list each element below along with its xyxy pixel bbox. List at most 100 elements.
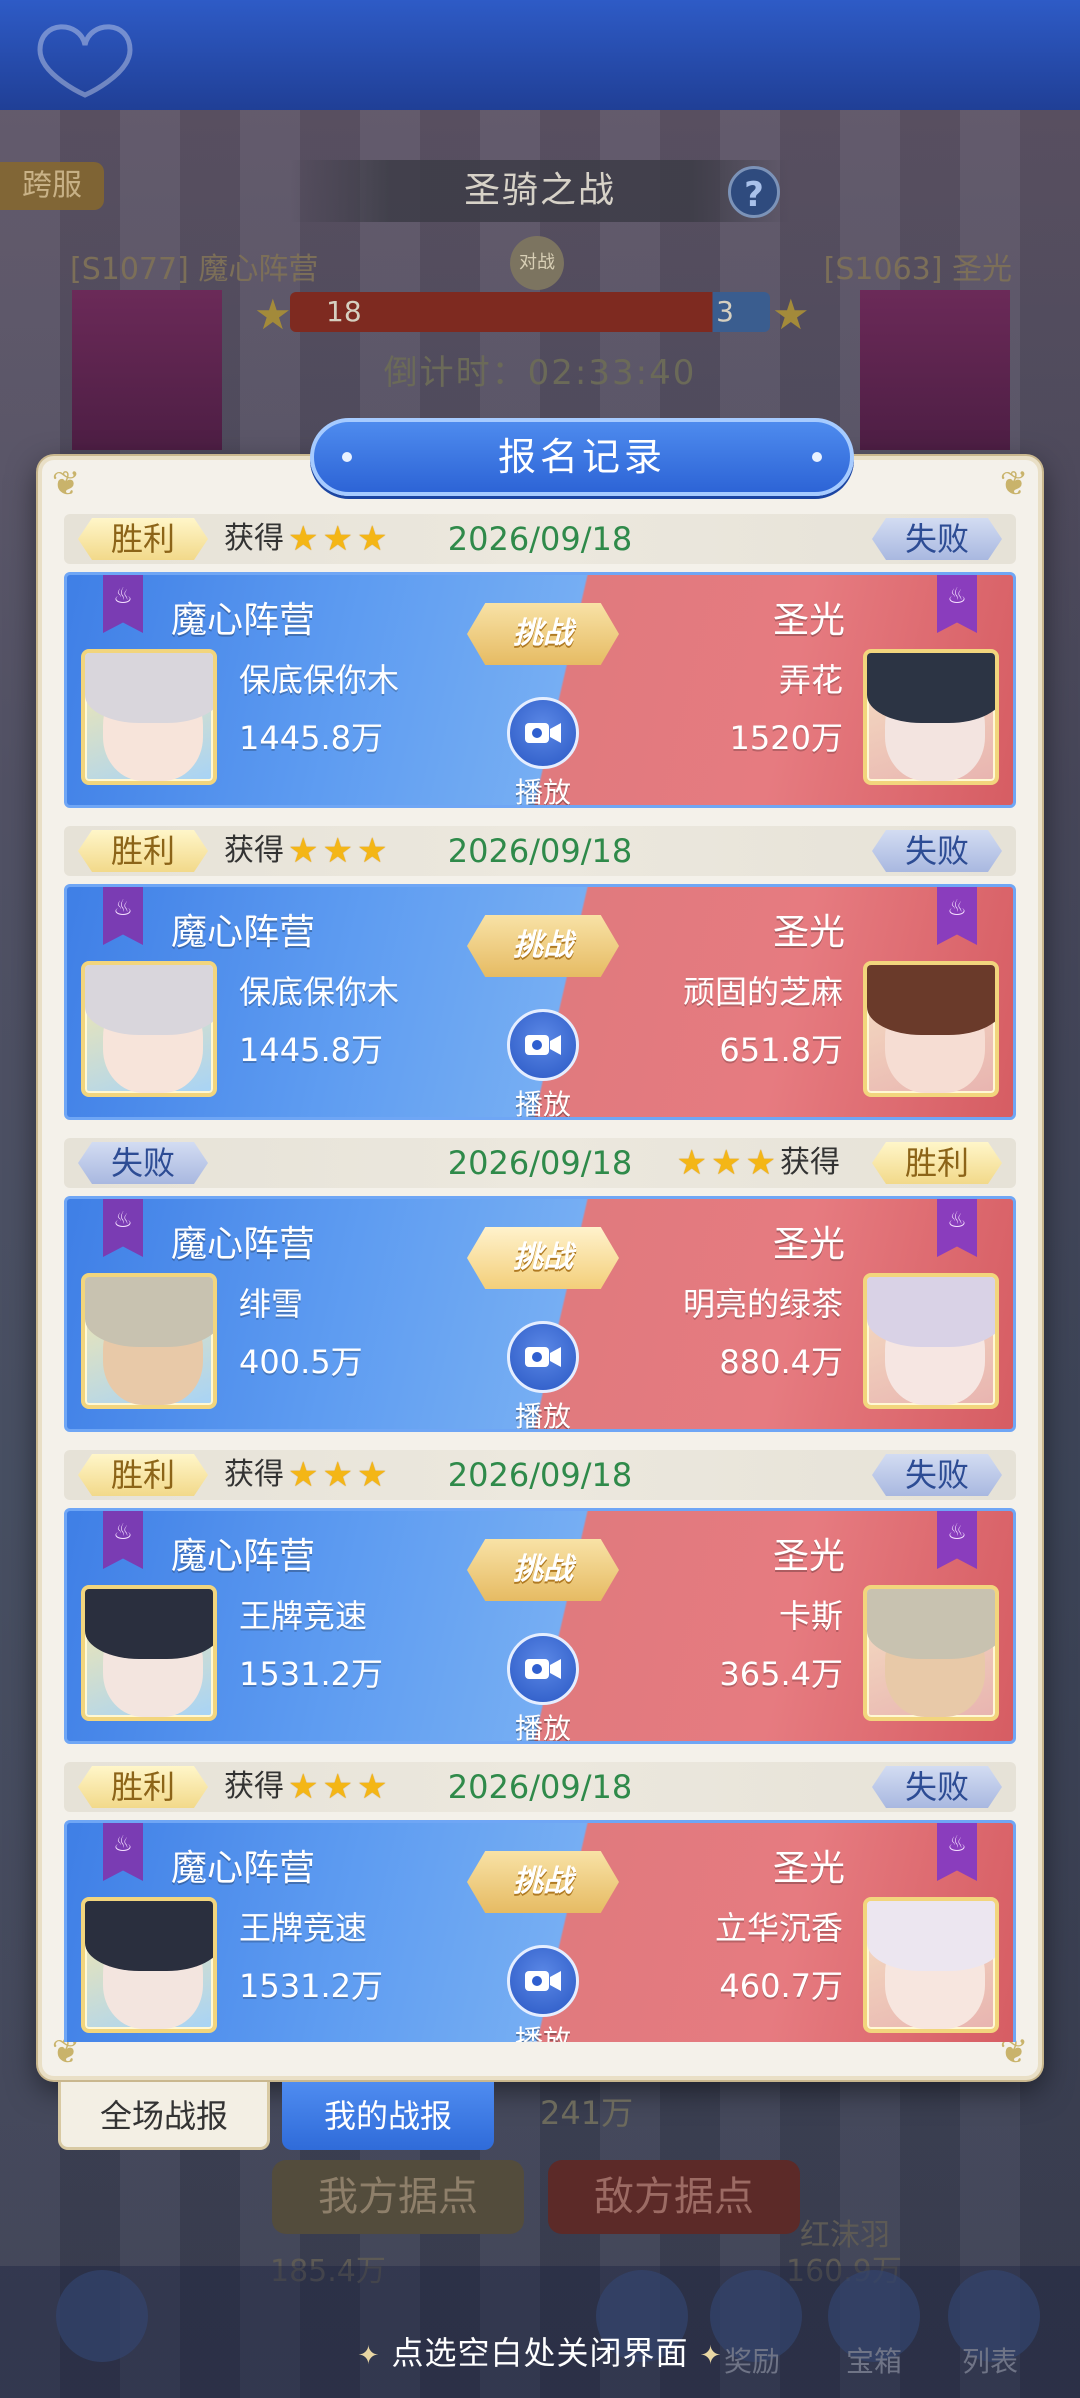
right-result-badge: 胜利 [872, 1142, 1002, 1184]
right-result-badge: 失败 [872, 1766, 1002, 1808]
star-icon: ★ [356, 831, 388, 871]
right-camp-name: 圣光 [772, 600, 845, 641]
score-star-icon: ★ [772, 290, 810, 339]
tab-my-reports[interactable]: 我的战报 [282, 2082, 494, 2150]
faction-flag-icon: ♨ [103, 1199, 143, 1257]
right-camp-name: 圣光 [772, 1224, 845, 1265]
record-item: 胜利 获得 ★ ★ ★ 2026/09/18 失败 ♨ 魔心阵营 ♨ 圣光 王牌竞速 … [64, 1762, 1016, 2042]
left-player-name: 王牌竞速 [239, 1909, 368, 1947]
play-label: 播放 [514, 1712, 571, 1744]
war-title: 圣骑之战 [290, 160, 790, 222]
faction-flag-icon: ♨ [937, 1823, 977, 1881]
star-icon: ★ [322, 831, 353, 871]
video-camera-icon [507, 697, 579, 769]
play-replay-button[interactable]: 播放 [505, 1633, 581, 1744]
star-icon: ★ [676, 1143, 708, 1183]
gain-reward: ★ ★ ★ 获得 [677, 1138, 840, 1188]
record-header: 胜利 获得 ★ ★ ★ 2026/09/18 失败 [64, 1450, 1016, 1500]
right-camp-name: 圣光 [772, 1848, 845, 1889]
left-player-avatar[interactable] [81, 961, 217, 1097]
faction-flag-icon: ♨ [937, 887, 977, 945]
cross-server-button[interactable]: 跨服 [0, 162, 104, 210]
left-faction-name: [S1077] 魔心阵营 [70, 252, 319, 287]
left-result-badge: 失败 [78, 1142, 208, 1184]
gain-label: 获得 [224, 1769, 284, 1804]
play-label: 播放 [514, 2024, 571, 2042]
play-replay-button[interactable]: 播放 [505, 1009, 581, 1120]
tab-all-reports[interactable]: 全场战报 [58, 2082, 270, 2150]
play-replay-button[interactable]: 播放 [505, 1945, 581, 2042]
title-dot-icon [342, 452, 352, 462]
record-header: 失败 ★ ★ ★ 获得 2026/09/18 胜利 [64, 1138, 1016, 1188]
left-player-avatar[interactable] [81, 1273, 217, 1409]
right-player-name: 立华沉香 [714, 1909, 843, 1947]
gain-label: 获得 [224, 521, 284, 556]
record-header: 胜利 获得 ★ ★ ★ 2026/09/18 失败 [64, 514, 1016, 564]
faction-flag-icon: ♨ [103, 1823, 143, 1881]
dim-amount: 241万 [540, 2094, 634, 2132]
right-player-name: 弄花 [778, 661, 843, 699]
enemy-base-button[interactable]: 敌方据点 [548, 2160, 800, 2234]
right-faction-banner [860, 290, 1010, 450]
battle-card: ♨ 魔心阵营 ♨ 圣光 保底保你木 1445.8万 顽固的芝麻 651.8万 挑… [64, 884, 1016, 1120]
faction-flag-icon: ♨ [103, 575, 143, 633]
left-score: 18 [326, 295, 362, 328]
left-player-avatar[interactable] [81, 1585, 217, 1721]
battle-card: ♨ 魔心阵营 ♨ 圣光 保底保你木 1445.8万 弄花 1520万 挑战 播放 [64, 572, 1016, 808]
top-header-bar [0, 0, 1080, 110]
close-hint[interactable]: ✦ 点选空白处关闭界面 ✦ [0, 2328, 1080, 2374]
left-player-power: 1531.2万 [239, 1655, 383, 1693]
left-result-badge: 胜利 [78, 830, 208, 872]
left-player-avatar[interactable] [81, 1897, 217, 2033]
faction-flag-icon: ♨ [103, 887, 143, 945]
right-player-avatar[interactable] [863, 649, 999, 785]
star-icon: ★ [356, 1455, 388, 1495]
play-label: 播放 [514, 776, 571, 808]
left-result-badge: 胜利 [78, 1766, 208, 1808]
play-replay-button[interactable]: 播放 [505, 697, 581, 808]
right-player-avatar[interactable] [863, 1273, 999, 1409]
battle-card: ♨ 魔心阵营 ♨ 圣光 王牌竞速 1531.2万 立华沉香 460.7万 挑战 [64, 1820, 1016, 2042]
our-base-button[interactable]: 我方据点 [272, 2160, 524, 2234]
right-faction-name: [S1063] 圣光 [823, 252, 1012, 287]
left-camp-name: 魔心阵营 [171, 1224, 316, 1265]
right-result-badge: 失败 [872, 518, 1002, 560]
right-player-avatar[interactable] [863, 1585, 999, 1721]
right-player-name: 顽固的芝麻 [682, 973, 843, 1011]
left-player-avatar[interactable] [81, 649, 217, 785]
title-dot-icon [812, 452, 822, 462]
star-icon: ★ [356, 1767, 388, 1807]
corner-ornament-icon: ❦ [999, 464, 1029, 504]
battle-card: ♨ 魔心阵营 ♨ 圣光 绯雪 400.5万 明亮的绿茶 880.4万 挑战 播放 [64, 1196, 1016, 1432]
right-camp-name: 圣光 [772, 912, 845, 953]
left-result-badge: 胜利 [78, 1454, 208, 1496]
video-camera-icon [507, 1009, 579, 1081]
left-player-power: 400.5万 [239, 1343, 363, 1381]
right-player-avatar[interactable] [863, 1897, 999, 2033]
right-score: 3 [716, 295, 734, 328]
countdown-timer: 倒计时：02:33:40 [383, 353, 697, 393]
challenge-badge: 挑战 [467, 1851, 619, 1913]
star-icon: ★ [322, 1767, 353, 1807]
star-icon: ★ [356, 519, 388, 559]
gain-reward: 获得 ★ ★ ★ [224, 1762, 387, 1812]
right-player-avatar[interactable] [863, 961, 999, 1097]
score-star-icon: ★ [254, 290, 292, 339]
right-player-power: 460.7万 [719, 1967, 843, 2005]
play-replay-button[interactable]: 播放 [505, 1321, 581, 1432]
play-label: 播放 [514, 1400, 571, 1432]
star-icon: ★ [288, 519, 319, 559]
left-result-badge: 胜利 [78, 518, 208, 560]
record-item: 胜利 获得 ★ ★ ★ 2026/09/18 失败 ♨ 魔心阵营 ♨ 圣光 保底保你木… [64, 826, 1016, 1138]
left-player-name: 绯雪 [239, 1285, 304, 1323]
record-list[interactable]: 胜利 获得 ★ ★ ★ 2026/09/18 失败 ♨ 魔心阵营 ♨ 圣光 保底保你木… [64, 514, 1016, 2042]
score-bar: 18 3 [290, 292, 770, 332]
play-label: 播放 [514, 1088, 571, 1120]
left-player-name: 保底保你木 [239, 973, 400, 1011]
faction-flag-icon: ♨ [937, 1511, 977, 1569]
right-result-badge: 失败 [872, 830, 1002, 872]
gain-label: 获得 [780, 1145, 840, 1180]
help-icon[interactable]: ? [728, 166, 780, 218]
star-icon: ★ [322, 519, 353, 559]
star-icon: ★ [745, 1143, 776, 1183]
